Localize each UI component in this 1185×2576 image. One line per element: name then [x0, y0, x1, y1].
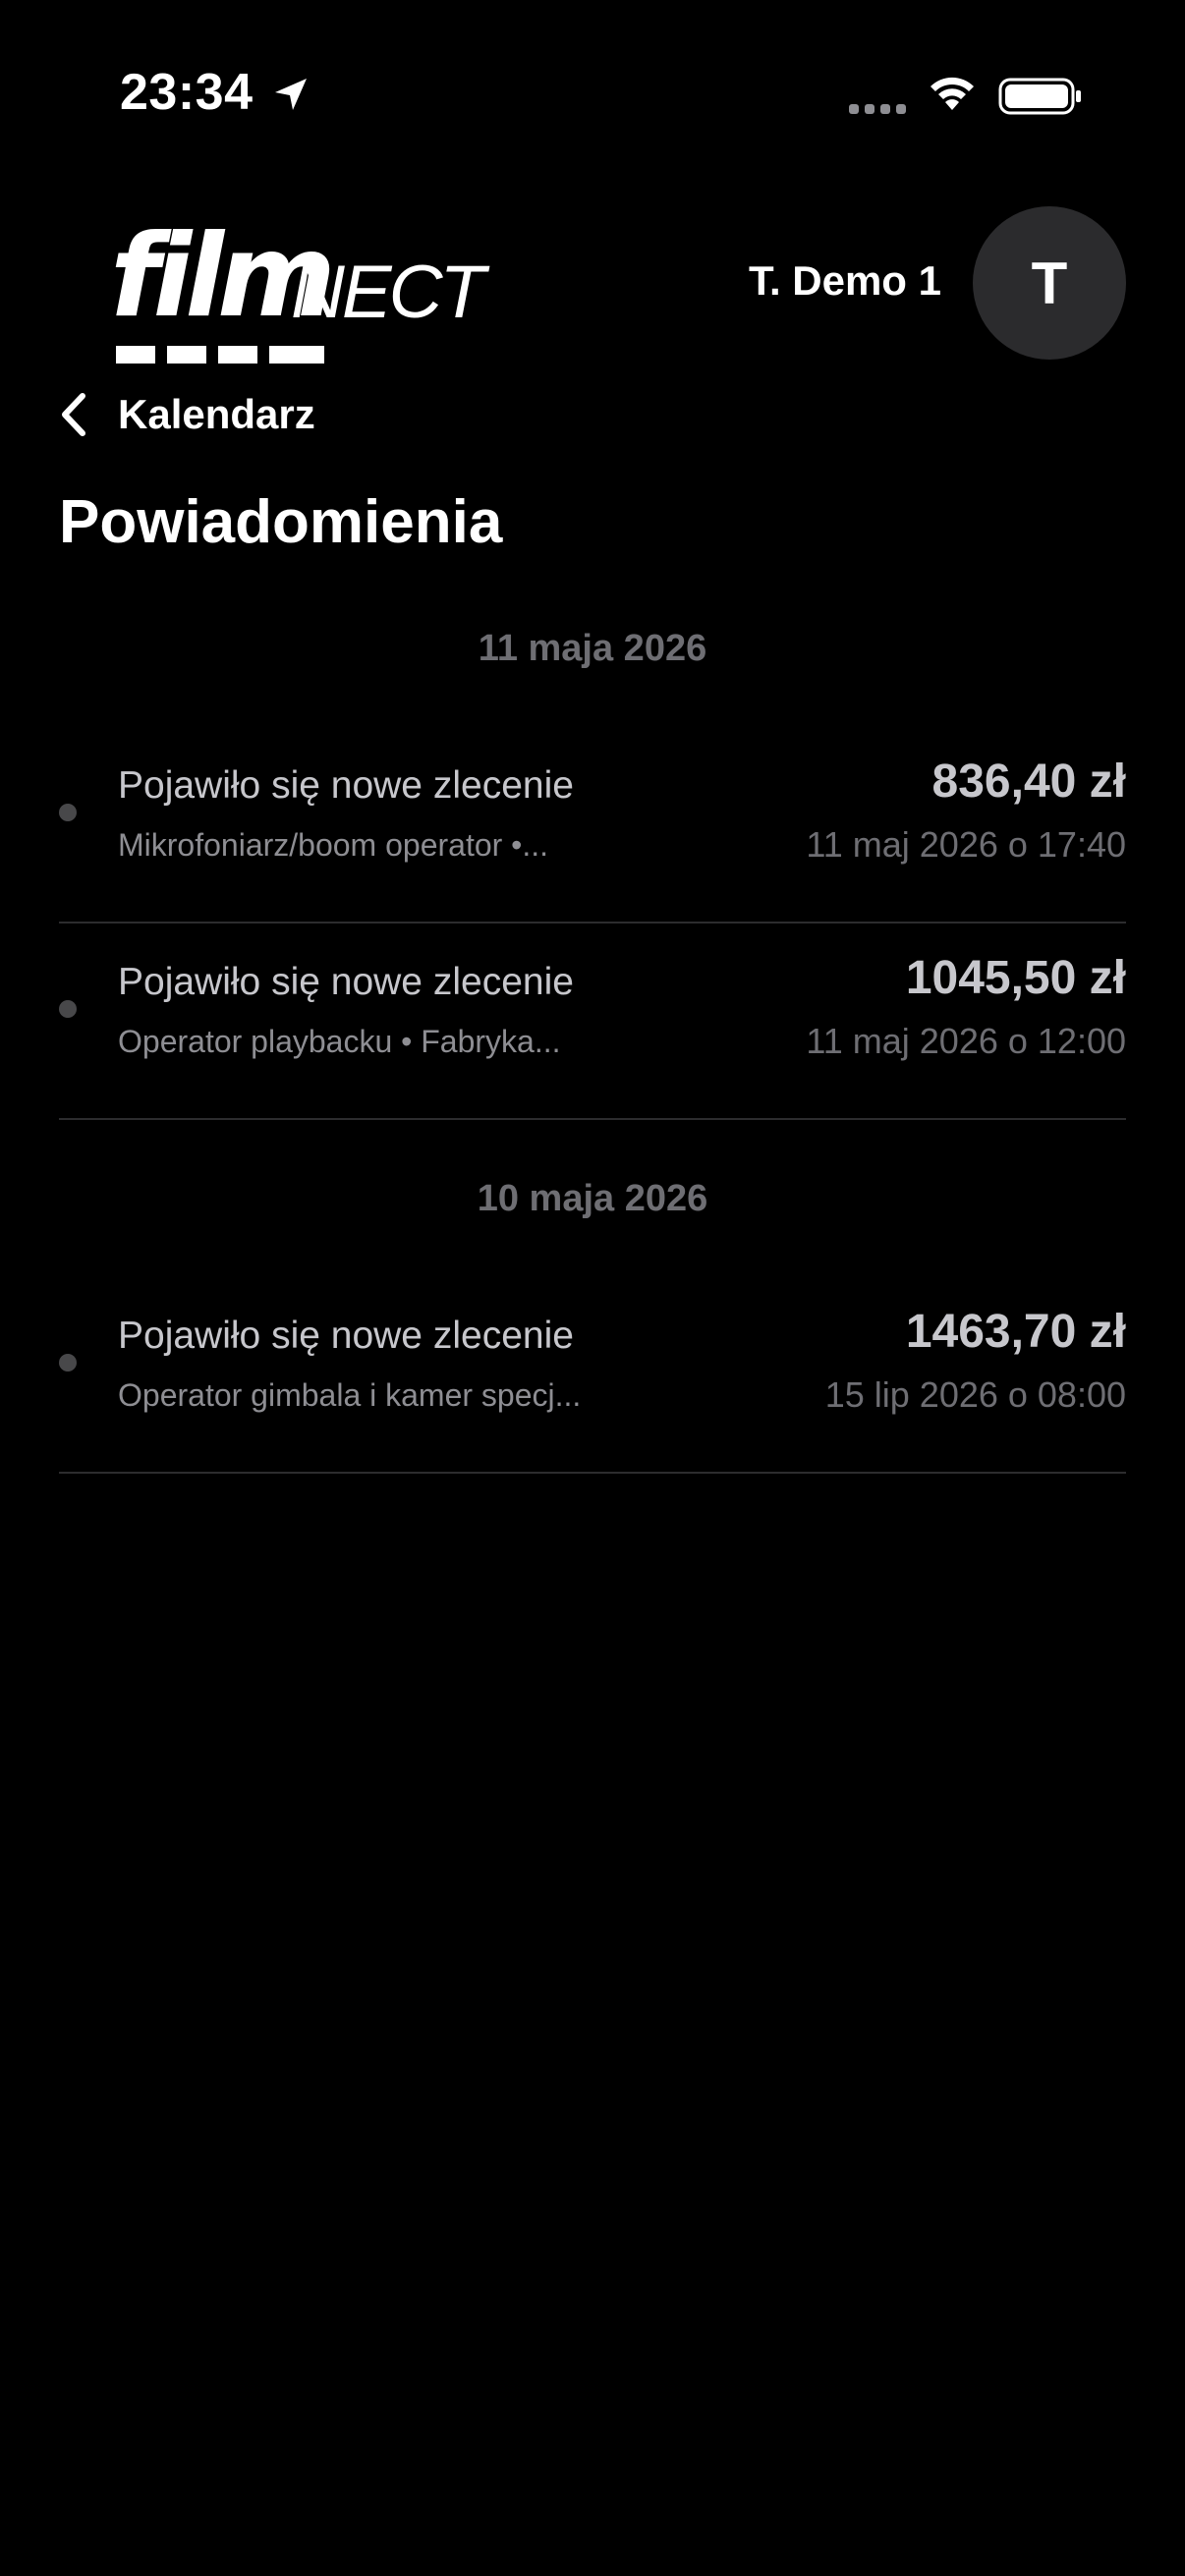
notification-amount: 836,40 zł [931, 756, 1126, 808]
notification-amount: 1463,70 zł [905, 1306, 1126, 1358]
notification-datetime: 11 maj 2026 o 12:00 [806, 1021, 1126, 1061]
page-title: Powiadomienia [59, 488, 503, 556]
notification-title: Pojawiło się nowe zlecenie [118, 1315, 574, 1357]
notifications-list: 11 maja 2026 Pojawiło się nowe zlecenie … [59, 609, 1126, 1474]
unread-dot-icon [59, 804, 77, 821]
notification-datetime: 15 lip 2026 o 08:00 [824, 1374, 1126, 1415]
chevron-left-icon [62, 393, 85, 436]
avatar[interactable]: T [973, 206, 1126, 360]
unread-dot-icon [59, 1354, 77, 1372]
back-label: Kalendarz [118, 391, 315, 437]
notification-group: 10 maja 2026 Pojawiło się nowe zlecenie … [59, 1159, 1126, 1474]
logo-nect-text: NECT [291, 251, 485, 334]
notification-item[interactable]: Pojawiło się nowe zlecenie Operator gimb… [59, 1277, 1126, 1474]
notification-subtitle: Operator gimbala i kamer specj... [118, 1377, 582, 1413]
cellular-signal-icon [849, 104, 906, 114]
notification-datetime: 11 maj 2026 o 17:40 [806, 824, 1126, 865]
unread-dot-icon [59, 1000, 77, 1018]
notification-subtitle: Operator playbacku • Fabryka... [118, 1024, 561, 1059]
back-button[interactable]: Kalendarz [59, 383, 315, 446]
user-name[interactable]: T. Demo 1 [749, 255, 941, 307]
notification-item[interactable]: Pojawiło się nowe zlecenie Mikrofoniarz/… [59, 727, 1126, 924]
status-bar: 23:34 [0, 0, 1185, 187]
notification-amount: 1045,50 zł [905, 952, 1126, 1004]
notification-subtitle: Mikrofoniarz/boom operator •... [118, 827, 549, 863]
filmnect-logo: film NECT [110, 218, 503, 364]
status-time: 23:34 [120, 64, 254, 121]
app-header: film NECT T. Demo 1 T [0, 196, 1185, 373]
notification-group: 11 maja 2026 Pojawiło się nowe zlecenie … [59, 609, 1126, 1120]
logo-film-strip [116, 346, 324, 364]
notification-title: Pojawiło się nowe zlecenie [118, 961, 574, 1003]
notification-title: Pojawiło się nowe zlecenie [118, 764, 574, 807]
date-header: 11 maja 2026 [478, 628, 707, 669]
location-arrow-icon [275, 79, 307, 110]
wifi-icon [931, 77, 974, 110]
battery-icon [998, 78, 1081, 115]
notification-item[interactable]: Pojawiło się nowe zlecenie Operator play… [59, 924, 1126, 1120]
date-header: 10 maja 2026 [477, 1178, 708, 1219]
